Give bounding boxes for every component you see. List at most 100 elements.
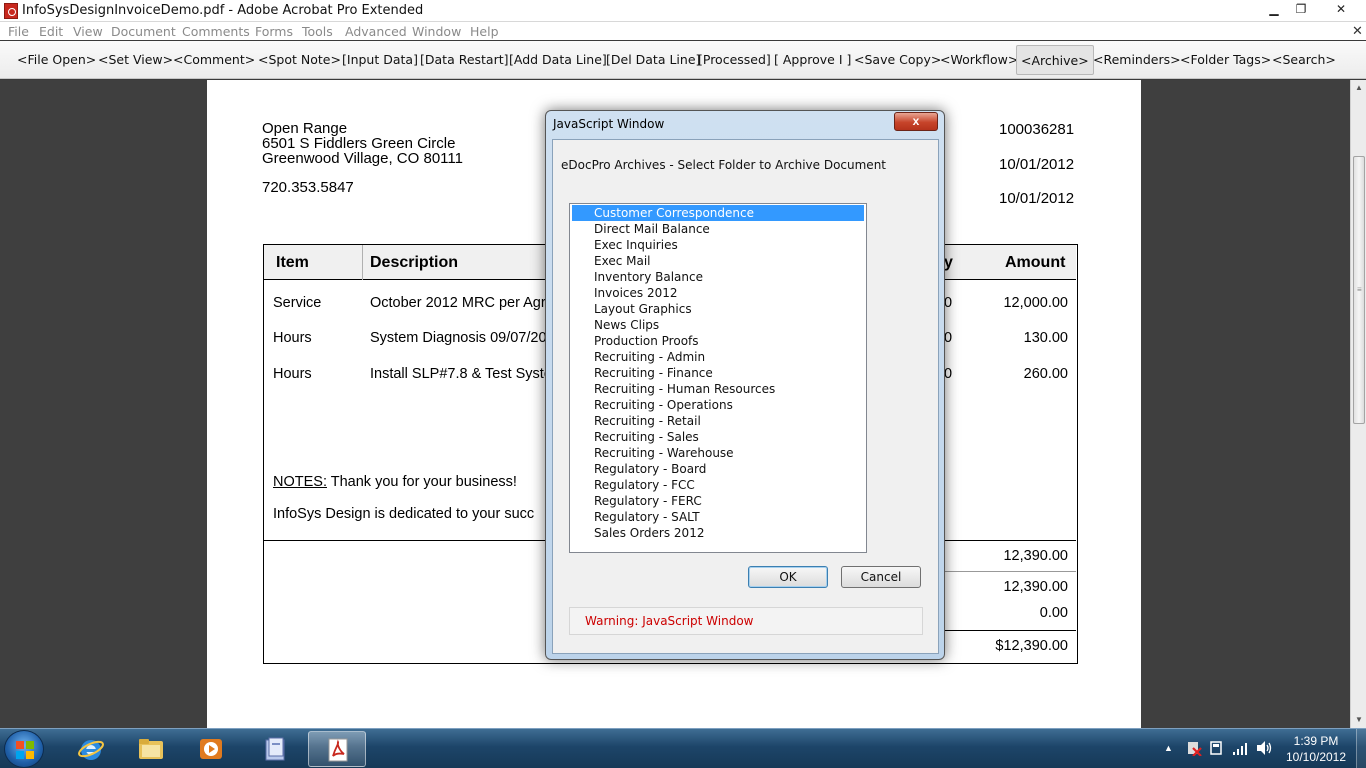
comment-button[interactable]: <Comment>	[173, 45, 255, 75]
minimize-button[interactable]: ▁	[1260, 0, 1288, 18]
menu-help[interactable]: Help	[470, 24, 499, 39]
approve-button[interactable]: [ Approve I ]	[774, 45, 851, 75]
menu-forms[interactable]: Forms	[255, 24, 293, 39]
invoice-date: 10/01/2012	[999, 156, 1075, 173]
row-qty: 0	[944, 330, 953, 346]
menu-tools[interactable]: Tools	[302, 24, 333, 39]
folder-list-item[interactable]: Layout Graphics	[572, 301, 864, 317]
totals-rule	[944, 571, 1076, 572]
row-item: Service	[273, 295, 322, 311]
clock-date: 10/10/2012	[1285, 750, 1347, 764]
folder-list-item[interactable]: Regulatory - FCC	[572, 477, 864, 493]
scroll-up-icon[interactable]: ▲	[1351, 80, 1366, 96]
media-player-button[interactable]	[182, 731, 240, 767]
menu-document[interactable]: Document	[111, 24, 176, 39]
volume-icon[interactable]	[1256, 740, 1274, 756]
file-open-button[interactable]: <File Open>	[17, 45, 96, 75]
folder-tags-button[interactable]: <Folder Tags>	[1180, 45, 1271, 75]
row-item: Hours	[273, 366, 312, 382]
folder-list-item[interactable]: Exec Inquiries	[572, 237, 864, 253]
save-copy-button[interactable]: <Save Copy>	[854, 45, 941, 75]
menu-comments[interactable]: Comments	[182, 24, 250, 39]
folder-list-item[interactable]: Regulatory - SALT	[572, 509, 864, 525]
grand-total-value: $12,390.00	[995, 638, 1068, 654]
start-button[interactable]	[4, 730, 44, 768]
folder-list-item[interactable]: Recruiting - Sales	[572, 429, 864, 445]
maximize-button[interactable]: ❐	[1288, 0, 1314, 18]
folder-list-item[interactable]: Exec Mail	[572, 253, 864, 269]
acrobat-taskbar-button[interactable]	[308, 731, 366, 767]
set-view-button[interactable]: <Set View>	[98, 45, 173, 75]
search-button[interactable]: <Search>	[1272, 45, 1336, 75]
file-explorer-button[interactable]	[122, 731, 180, 767]
menu-file[interactable]: File	[8, 24, 29, 39]
folder-list-item[interactable]: Recruiting - Finance	[572, 365, 864, 381]
row-amount: 12,000.00	[1003, 295, 1068, 311]
device-icon[interactable]	[1209, 740, 1223, 756]
folder-list-item[interactable]: Customer Correspondence	[572, 205, 864, 221]
close-document-icon[interactable]: ✕	[1352, 23, 1363, 39]
folder-list-item[interactable]: News Clips	[572, 317, 864, 333]
dialog-close-button[interactable]: x	[894, 112, 938, 131]
vertical-scrollbar[interactable]: ▲ ≡ ▼	[1350, 80, 1366, 728]
ok-button[interactable]: OK	[748, 566, 828, 588]
windows-logo-icon	[16, 741, 34, 759]
row-description: System Diagnosis 09/07/201	[370, 330, 555, 346]
due-date: 10/01/2012	[999, 190, 1075, 207]
system-clock[interactable]: 1:39 PM 10/10/2012	[1280, 733, 1352, 765]
show-hidden-icons[interactable]: ▲	[1164, 743, 1173, 753]
folder-list-item[interactable]: Recruiting - Operations	[572, 397, 864, 413]
folder-icon	[139, 739, 163, 759]
menu-view[interactable]: View	[73, 24, 103, 39]
folder-list-item[interactable]: Sales Orders 2012	[572, 525, 864, 541]
scrollbar-thumb[interactable]: ≡	[1353, 156, 1365, 424]
close-window-button[interactable]: ✕	[1318, 0, 1364, 18]
show-desktop-button[interactable]	[1356, 729, 1366, 768]
window-title: InfoSysDesignInvoiceDemo.pdf - Adobe Acr…	[22, 3, 424, 18]
workflow-button[interactable]: <Workflow>	[940, 45, 1018, 75]
row-item: Hours	[273, 330, 312, 346]
maximize-icon: ❐	[1295, 2, 1307, 16]
del-data-line-button[interactable]: [Del Data Line]	[606, 45, 700, 75]
custom-toolbar: <File Open> <Set View> <Comment> <Spot N…	[0, 41, 1366, 79]
folder-list-item[interactable]: Inventory Balance	[572, 269, 864, 285]
row-description: Install SLP#7.8 & Test Syste	[370, 366, 552, 382]
customer-street: 6501 S Fiddlers Green Circle	[262, 135, 456, 152]
menu-advanced[interactable]: Advanced	[345, 24, 407, 39]
row-qty: 0	[944, 295, 953, 311]
spot-note-button[interactable]: <Spot Note>	[258, 45, 341, 75]
archive-button[interactable]: <Archive>	[1016, 45, 1094, 75]
folder-list-item[interactable]: Regulatory - Board	[572, 461, 864, 477]
reminders-button[interactable]: <Reminders>	[1093, 45, 1181, 75]
action-center-icon[interactable]	[1186, 740, 1202, 756]
network-signal-icon[interactable]	[1232, 740, 1248, 756]
total-value: 12,390.00	[1003, 579, 1068, 595]
internet-explorer-icon	[78, 740, 104, 760]
media-player-icon	[200, 739, 222, 759]
folder-list-item[interactable]: Direct Mail Balance	[572, 221, 864, 237]
processed-button[interactable]: [Processed]	[698, 45, 771, 75]
menu-edit[interactable]: Edit	[39, 24, 63, 39]
folder-list-item[interactable]: Regulatory - FERC	[572, 493, 864, 509]
cancel-button[interactable]: Cancel	[841, 566, 921, 588]
header-description: Description	[370, 254, 459, 271]
folder-list-item[interactable]: Production Proofs	[572, 333, 864, 349]
menu-window[interactable]: Window	[412, 24, 461, 39]
warning-text: Warning: JavaScript Window	[585, 614, 754, 628]
add-data-line-button[interactable]: [Add Data Line]	[509, 45, 607, 75]
folder-list-item[interactable]: Recruiting - Admin	[572, 349, 864, 365]
folder-list-item[interactable]: Recruiting - Human Resources	[572, 381, 864, 397]
folder-list-item[interactable]: Recruiting - Retail	[572, 413, 864, 429]
folder-listbox[interactable]: Customer Correspondence Direct Mail Balan…	[569, 203, 867, 553]
clock-time: 1:39 PM	[1293, 734, 1339, 748]
customer-city: Greenwood Village, CO 80111	[262, 150, 463, 167]
close-icon: ✕	[1335, 2, 1347, 16]
folder-list-item[interactable]: Recruiting - Warehouse	[572, 445, 864, 461]
folder-list-item[interactable]: Invoices 2012	[572, 285, 864, 301]
scroll-down-icon[interactable]: ▼	[1351, 712, 1366, 728]
app-pinned-button[interactable]	[246, 731, 304, 767]
dialog-body: eDocPro Archives - Select Folder to Arch…	[552, 139, 939, 654]
internet-explorer-button[interactable]	[62, 731, 120, 767]
input-data-button[interactable]: [Input Data]	[342, 45, 418, 75]
data-restart-button[interactable]: [Data Restart]	[420, 45, 509, 75]
